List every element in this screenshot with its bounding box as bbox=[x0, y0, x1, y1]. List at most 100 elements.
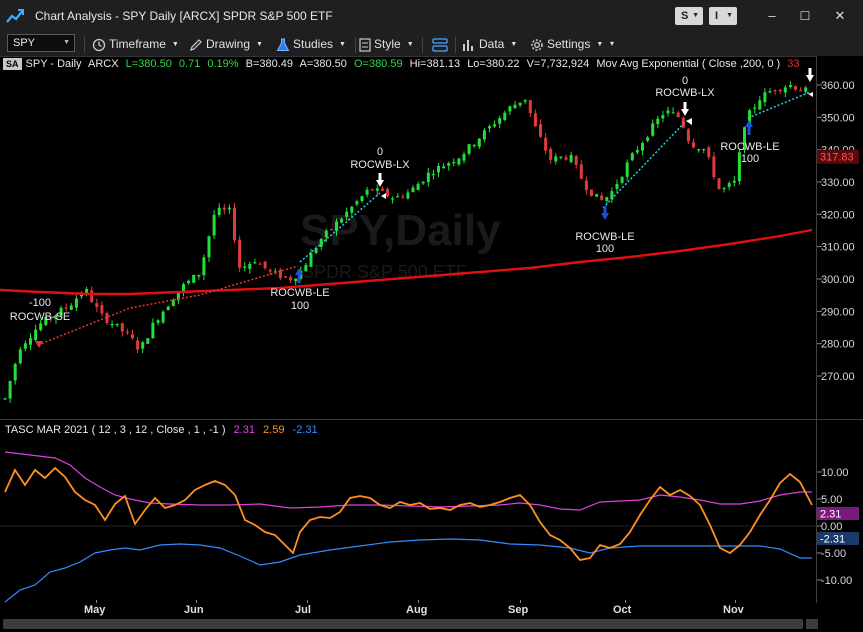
style-menu[interactable]: Style ▼ bbox=[359, 35, 414, 53]
candle-body bbox=[605, 197, 609, 202]
indicator-flag-negative-label: -2.31 bbox=[820, 533, 845, 545]
candle-body bbox=[304, 264, 308, 272]
candle-body bbox=[120, 323, 124, 332]
chevron-down-icon: ▼ bbox=[339, 40, 346, 48]
maximize-button[interactable]: ☐ bbox=[795, 7, 815, 25]
studies-menu[interactable]: Studies ▼ bbox=[276, 35, 346, 53]
chevron-down-icon: ▼ bbox=[510, 40, 518, 48]
exit-arrow-icon bbox=[681, 109, 689, 116]
app-logo-icon bbox=[6, 9, 24, 23]
timeframe-menu[interactable]: Timeframe ▼ bbox=[92, 35, 179, 53]
settings-menu[interactable]: Settings ▼ bbox=[530, 35, 603, 53]
candle-body bbox=[477, 138, 481, 147]
indicator-info: TASC MAR 2021 ( 12 , 3 , 12 , Close , 1 … bbox=[5, 424, 323, 436]
candle-body bbox=[350, 206, 354, 213]
candle-body bbox=[18, 349, 22, 364]
candle-body bbox=[630, 153, 634, 161]
workspace-icon[interactable] bbox=[432, 37, 448, 53]
data-menu[interactable]: Data ▼ bbox=[462, 35, 517, 53]
symbol-input[interactable]: SPY ▼ bbox=[7, 34, 75, 52]
candle-body bbox=[518, 102, 522, 106]
ma-value-flag-label: 317.83 bbox=[820, 152, 854, 164]
candle-body bbox=[620, 176, 624, 183]
candle-body bbox=[222, 207, 226, 210]
candle-body bbox=[166, 306, 170, 311]
long-trade-line bbox=[602, 120, 687, 209]
indicator-line-blue bbox=[4, 538, 812, 603]
high-price: Hi=381.13 bbox=[409, 58, 461, 70]
candle-body bbox=[804, 87, 808, 92]
drawing-menu[interactable]: Drawing ▼ bbox=[189, 35, 263, 53]
candle-body bbox=[768, 91, 772, 93]
candle-body bbox=[248, 263, 252, 269]
exit-marker bbox=[686, 118, 692, 125]
price-tick-label: 290.00 bbox=[821, 306, 855, 318]
percent-change: 0.19% bbox=[207, 58, 239, 70]
candle-body bbox=[788, 85, 792, 88]
candle-body bbox=[309, 253, 313, 267]
candle-body bbox=[707, 147, 711, 158]
candle-body bbox=[294, 278, 298, 282]
entry-arrow-icon-shaft bbox=[603, 206, 607, 213]
indicator-tick-label: 0.00 bbox=[821, 521, 842, 533]
candle-body bbox=[559, 156, 563, 158]
candle-body bbox=[238, 239, 242, 268]
candle-body bbox=[539, 124, 542, 137]
close-button[interactable]: ✕ bbox=[830, 7, 850, 25]
month-label: Nov bbox=[723, 604, 744, 616]
candle-body bbox=[355, 201, 359, 205]
candle-body bbox=[345, 211, 349, 217]
candle-body bbox=[615, 183, 619, 189]
i-button-label: I bbox=[715, 10, 719, 22]
exit-arrow-icon bbox=[806, 75, 814, 82]
signal-qty-label: 100 bbox=[596, 243, 614, 255]
drawing-label: Drawing bbox=[206, 37, 251, 51]
style-icon bbox=[359, 38, 371, 52]
i-button[interactable]: I ▼ bbox=[709, 7, 737, 25]
studies-label: Studies bbox=[293, 37, 334, 51]
candle-body bbox=[161, 311, 165, 323]
candle-body bbox=[386, 188, 389, 197]
minimize-button[interactable]: – bbox=[762, 7, 782, 25]
candle-body bbox=[258, 263, 262, 265]
price-tick-label: 320.00 bbox=[821, 209, 855, 221]
chart-area[interactable]: SPY,Daily SPDR S&P 500 ETF -100ROCWB-SE0… bbox=[0, 56, 863, 603]
candle-body bbox=[324, 230, 328, 238]
candle-body bbox=[253, 262, 257, 264]
moving-average-value: 33 bbox=[787, 58, 800, 70]
candle-body bbox=[447, 163, 451, 166]
chevron-down-icon: ▼ bbox=[726, 12, 733, 19]
candle-body bbox=[3, 398, 7, 400]
candle-body bbox=[773, 90, 777, 92]
candle-body bbox=[554, 156, 558, 162]
settings-label: Settings bbox=[547, 37, 591, 51]
price-tick-label: 310.00 bbox=[821, 242, 855, 254]
signal-name-label: ROCWB-LX bbox=[655, 87, 715, 99]
candle-body bbox=[370, 189, 374, 191]
candle-body bbox=[95, 303, 99, 308]
candle-body bbox=[396, 196, 400, 198]
timeframe-label: Timeframe bbox=[109, 37, 166, 51]
candle-body bbox=[23, 343, 27, 349]
candle-body bbox=[391, 198, 395, 200]
month-tick bbox=[735, 600, 736, 603]
candle-body bbox=[472, 144, 476, 147]
scrollbar-end[interactable] bbox=[806, 619, 818, 629]
candle-body bbox=[207, 236, 211, 258]
candle-body bbox=[462, 153, 466, 161]
symbol-interval: SPY - Daily bbox=[25, 58, 82, 70]
candle-body bbox=[212, 214, 216, 236]
signal-name-label: ROCWB-LE bbox=[720, 141, 779, 153]
candle-body bbox=[136, 340, 140, 350]
candle-body bbox=[549, 148, 553, 160]
candle-body bbox=[411, 187, 415, 193]
signal-name-label: ROCWB-SE bbox=[10, 311, 71, 323]
indicator-tick-label: -10.00 bbox=[821, 575, 852, 587]
toolbar-overflow-icon[interactable]: ▾ bbox=[610, 35, 614, 53]
bar-chart-icon bbox=[463, 39, 473, 51]
signal-qty-label: 0 bbox=[377, 146, 383, 158]
candle-body bbox=[8, 380, 12, 399]
candle-body bbox=[600, 195, 604, 200]
s-button[interactable]: S ▼ bbox=[675, 7, 703, 25]
horizontal-scrollbar[interactable] bbox=[3, 619, 803, 629]
